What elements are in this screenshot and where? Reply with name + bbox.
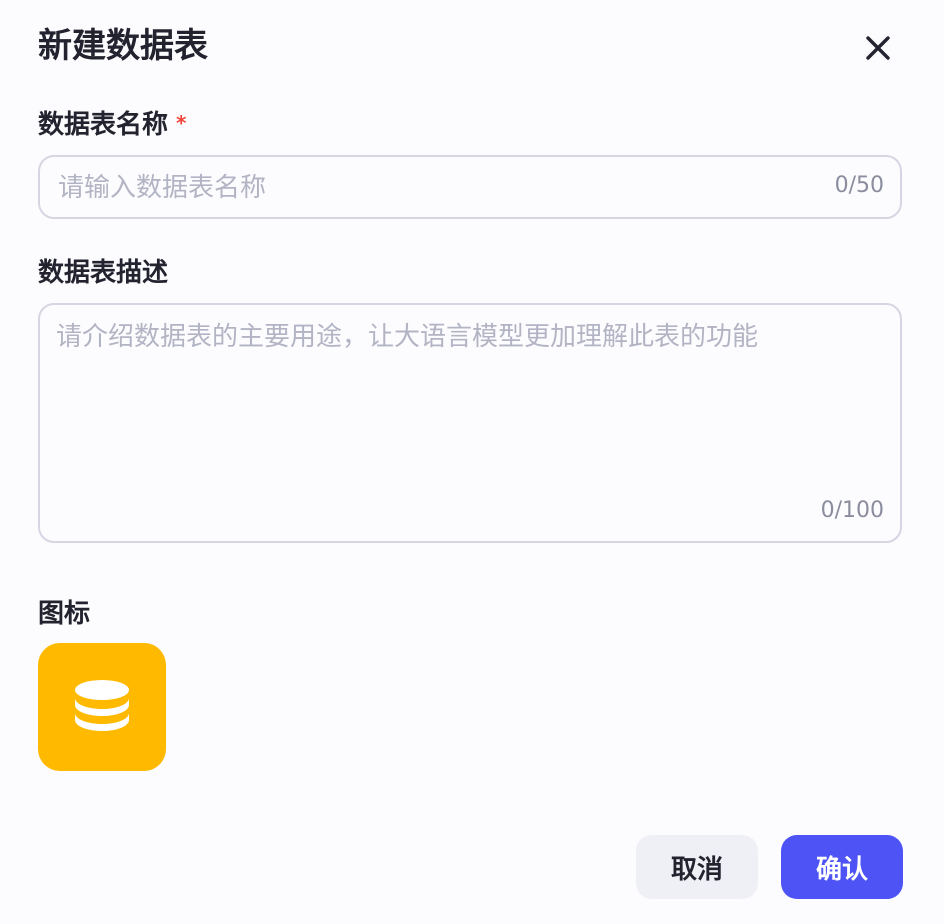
dialog-title: 新建数据表 xyxy=(38,26,208,66)
description-char-counter: 0/100 xyxy=(820,498,884,523)
close-icon xyxy=(866,36,890,60)
required-mark: * xyxy=(176,111,187,135)
icon-picker[interactable] xyxy=(38,643,166,771)
create-table-dialog: 新建数据表 数据表名称 * 0/50 数据表描述 0/100 图标 取消 确认 xyxy=(0,0,944,924)
name-label-text: 数据表名称 xyxy=(38,110,169,140)
icon-label: 图标 xyxy=(38,599,91,629)
confirm-button[interactable]: 确认 xyxy=(781,835,903,899)
table-description-input[interactable] xyxy=(54,317,888,491)
table-name-input[interactable] xyxy=(56,157,800,219)
close-button[interactable] xyxy=(858,28,898,68)
name-input-box: 0/50 xyxy=(38,155,902,219)
database-icon xyxy=(75,680,129,731)
description-input-box: 0/100 xyxy=(38,303,902,543)
name-char-counter: 0/50 xyxy=(834,173,884,198)
cancel-button[interactable]: 取消 xyxy=(636,835,758,899)
description-label: 数据表描述 xyxy=(38,258,169,288)
name-label: 数据表名称 * xyxy=(38,108,186,142)
